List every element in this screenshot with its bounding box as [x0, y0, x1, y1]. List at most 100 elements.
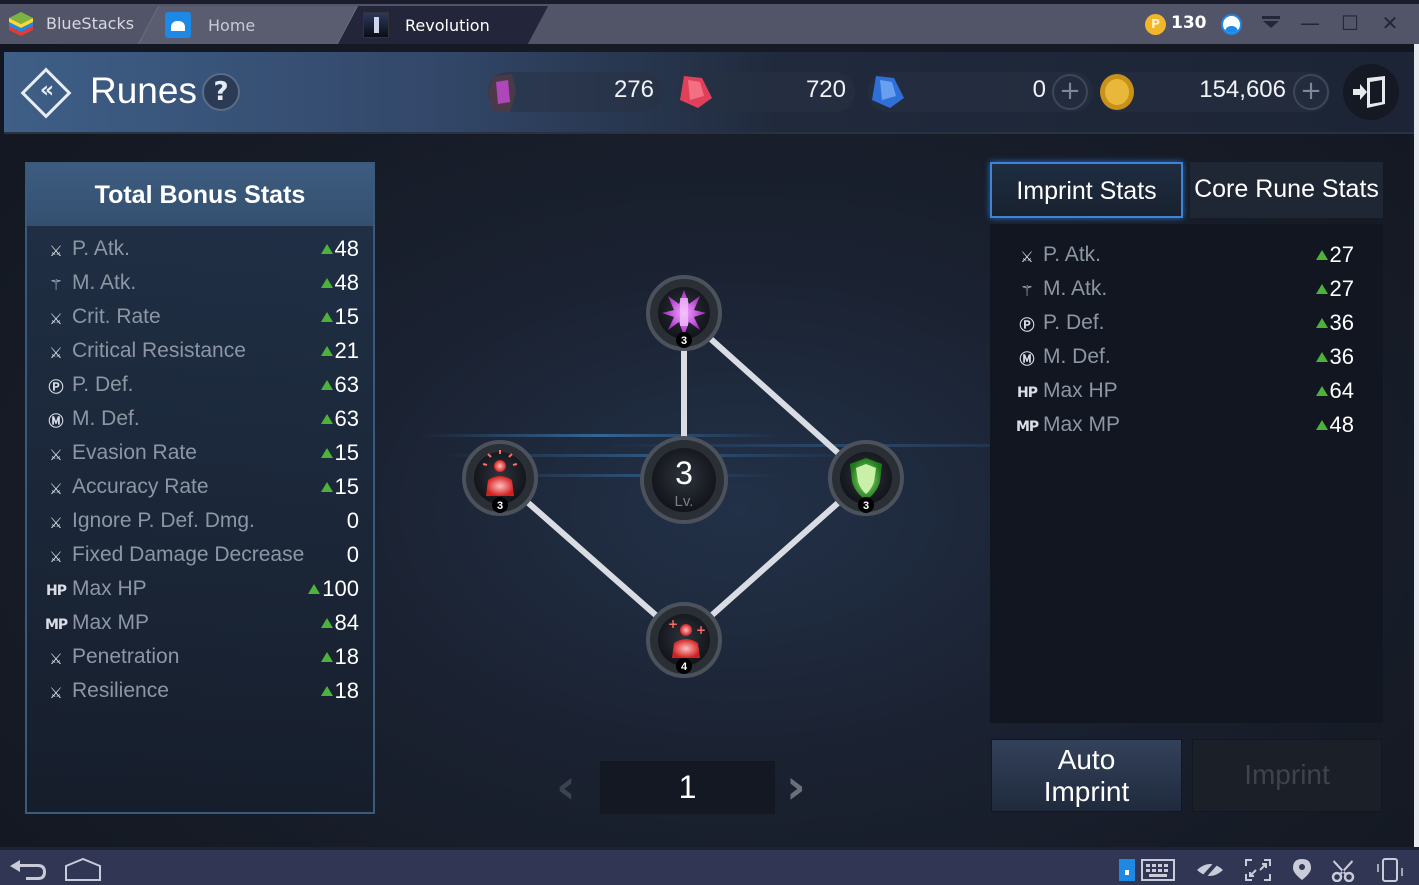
stat-value-wrap: 63	[320, 406, 359, 432]
increase-arrow-icon	[320, 278, 333, 288]
stat-value: 36	[1329, 310, 1354, 335]
stat-value-wrap: 27	[1315, 276, 1354, 302]
mp-icon: MP	[45, 617, 68, 633]
location-icon[interactable]	[1291, 858, 1313, 882]
increase-arrow-icon	[1315, 250, 1328, 260]
help-button[interactable]: ?	[202, 73, 240, 111]
back-icon[interactable]	[8, 858, 46, 882]
stat-value: 0	[346, 542, 359, 567]
gold-coin-icon	[1100, 74, 1134, 110]
crossed-swords-icon: ⚔	[49, 684, 63, 702]
next-page-button[interactable]: ›	[786, 763, 806, 811]
bluestacks-logo-icon	[9, 12, 33, 36]
exit-door-icon	[1353, 76, 1385, 108]
stat-value: 48	[1329, 412, 1354, 437]
red-gem-count: 720	[805, 76, 846, 103]
crossed-swords-icon: ⚔	[49, 548, 63, 566]
maximize-button[interactable]: ☐	[1338, 12, 1362, 34]
stat-value: 27	[1329, 276, 1354, 301]
stat-label: Fixed Damage Decrease	[72, 543, 305, 566]
stat-label: Crit. Rate	[72, 305, 161, 328]
account-icon[interactable]	[1221, 14, 1242, 35]
stat-value: 63	[334, 406, 359, 431]
stat-value-wrap: 64	[1315, 378, 1354, 404]
rune-node-right[interactable]: 3	[828, 440, 904, 516]
stat-value-wrap: 100	[308, 576, 359, 602]
crossed-swords-icon: ⚔	[49, 650, 63, 668]
rune-board: 3 Lv. 3 3 3 + + 4	[462, 275, 904, 678]
increase-arrow-icon	[320, 346, 333, 356]
stat-value: 100	[322, 576, 359, 601]
shake-icon[interactable]	[1375, 858, 1405, 882]
stat-value: 0	[346, 508, 359, 533]
stat-label: P. Atk.	[1043, 243, 1101, 266]
add-gold-button[interactable]: +	[1293, 74, 1329, 110]
imprint-button[interactable]: Imprint	[1192, 739, 1382, 812]
stat-row: ⚔ Accuracy Rate 15	[27, 472, 373, 506]
stat-value-wrap: 15	[320, 474, 359, 500]
bluestacks-window: BlueStacks Home Revolution P 130 — ☐ ✕ «…	[0, 0, 1419, 885]
panel-title: Total Bonus Stats	[27, 164, 373, 226]
increase-arrow-icon	[308, 584, 321, 594]
stat-value-wrap: 36	[1315, 344, 1354, 370]
home-icon[interactable]	[64, 858, 102, 882]
stat-value: 27	[1329, 242, 1354, 267]
tab-core-rune-stats[interactable]: Core Rune Stats	[1190, 162, 1383, 218]
stat-label: Max HP	[72, 577, 147, 600]
stat-value: 21	[334, 338, 359, 363]
increase-arrow-icon	[1315, 420, 1328, 430]
home-icon	[165, 12, 191, 38]
stat-label: M. Atk.	[1043, 277, 1108, 300]
stat-value: 84	[334, 610, 359, 635]
menu-dropdown-icon[interactable]	[1262, 16, 1280, 28]
stat-row: Ⓟ P. Def. 36	[990, 308, 1383, 342]
stat-value-wrap: 36	[1315, 310, 1354, 336]
stat-value: 48	[334, 236, 359, 261]
exit-button[interactable]	[1343, 64, 1399, 120]
android-nav-bar	[0, 847, 1419, 885]
increase-arrow-icon	[320, 618, 333, 628]
add-blue-gem-button[interactable]: +	[1052, 74, 1088, 110]
crossed-swords-icon: ⚔	[49, 242, 63, 260]
rune-node-bottom[interactable]: + + 4	[646, 602, 722, 678]
previous-page-button[interactable]: ‹	[556, 763, 576, 811]
app-name: BlueStacks	[46, 14, 135, 33]
stat-value-wrap: 21	[320, 338, 359, 364]
fullscreen-icon[interactable]	[1244, 858, 1272, 882]
tab-imprint-stats[interactable]: Imprint Stats	[990, 162, 1183, 218]
rune-level-label: Lv.	[675, 493, 694, 510]
magic-staff-icon: ⚚	[1020, 282, 1034, 300]
minimize-button[interactable]: —	[1298, 12, 1322, 34]
increase-arrow-icon	[320, 380, 333, 390]
rune-node-left[interactable]: 3	[462, 440, 538, 516]
blue-gem-count: 0	[1032, 76, 1046, 103]
keyboard-icon[interactable]	[1141, 858, 1175, 882]
increase-arrow-icon	[320, 312, 333, 322]
auto-imprint-button[interactable]: Auto Imprint	[991, 739, 1182, 812]
scissors-icon[interactable]	[1330, 858, 1356, 882]
crossed-swords-icon: ⚔	[1020, 248, 1034, 266]
stat-label: P. Def.	[72, 373, 134, 396]
stat-value-wrap: 48	[320, 236, 359, 262]
rune-node-level: 3	[863, 500, 869, 512]
increase-arrow-icon	[320, 244, 333, 254]
mp-icon: MP	[1016, 419, 1039, 435]
svg-text:+: +	[668, 617, 678, 631]
rune-node-top[interactable]: 3	[646, 275, 722, 351]
stat-row: HP Max HP 64	[990, 376, 1383, 410]
stat-value-wrap: 0	[347, 542, 359, 568]
tab-home-label[interactable]: Home	[208, 16, 255, 35]
back-chevron-icon[interactable]: «	[32, 76, 62, 106]
rune-node-level: 3	[497, 500, 503, 512]
page-number: 1	[600, 761, 775, 814]
eye-off-icon[interactable]	[1195, 858, 1225, 882]
stat-row: ⚔ P. Atk. 27	[990, 240, 1383, 274]
stat-row: ⚔ Ignore P. Def. Dmg. 0	[27, 506, 373, 540]
phone-mode-icon[interactable]	[1118, 858, 1138, 882]
points-count[interactable]: 130	[1171, 13, 1207, 33]
window-edge	[1414, 44, 1419, 847]
close-button[interactable]: ✕	[1378, 12, 1402, 34]
stat-value-wrap: 27	[1315, 242, 1354, 268]
stat-value: 15	[334, 304, 359, 329]
tab-revolution-label[interactable]: Revolution	[405, 16, 490, 35]
